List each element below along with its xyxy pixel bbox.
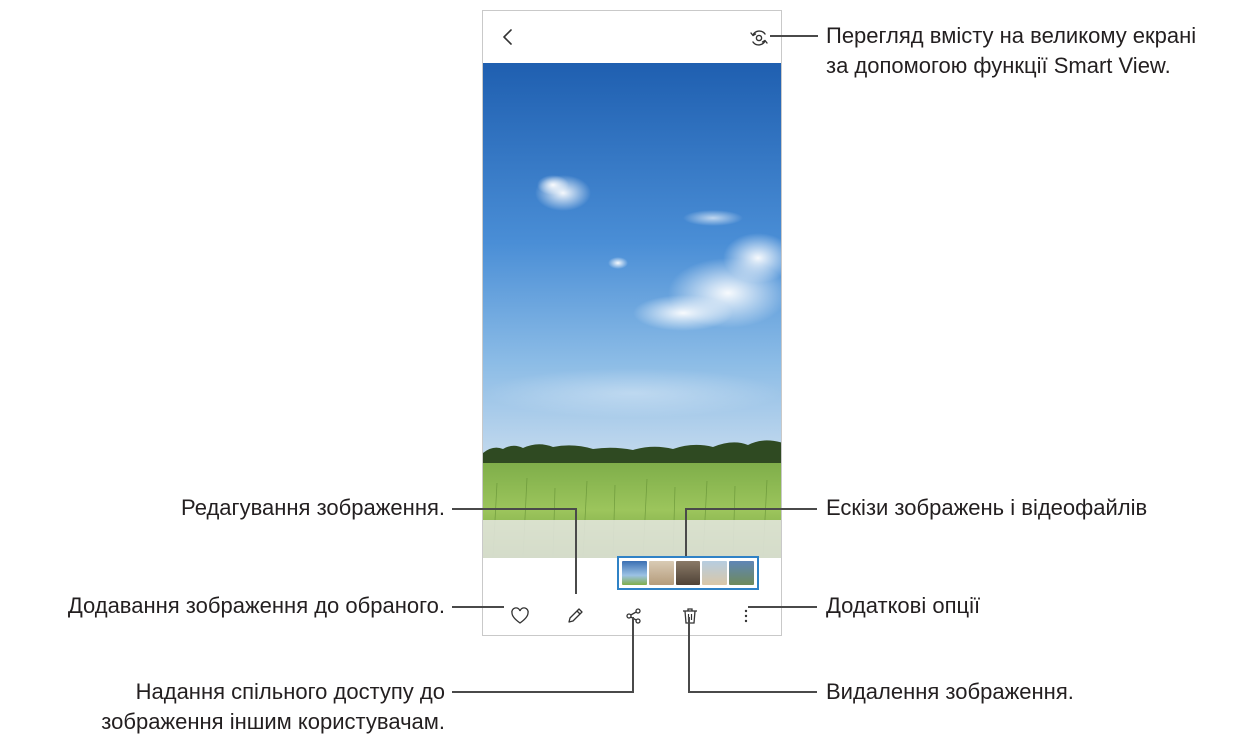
favorite-button[interactable]	[509, 605, 531, 627]
callout-line-share-v	[632, 617, 634, 693]
callout-smart-view-line2: за допомогою функції Smart View.	[826, 53, 1171, 78]
more-options-button[interactable]	[735, 605, 757, 627]
thumbnail[interactable]	[702, 561, 728, 585]
callout-edit: Редагування зображення.	[181, 495, 445, 520]
photo-view[interactable]	[483, 63, 781, 558]
share-button[interactable]	[623, 605, 645, 627]
callout-line-delete-h	[688, 691, 817, 693]
pencil-icon	[568, 608, 583, 623]
more-vert-icon	[744, 609, 748, 623]
smart-view-icon	[750, 30, 768, 46]
heart-icon	[511, 607, 529, 624]
callout-line-more	[748, 606, 817, 608]
thumbnail-strip[interactable]	[617, 556, 759, 590]
smart-view-button[interactable]	[748, 27, 770, 49]
callout-share-line2: зображення іншим користувачам.	[101, 709, 445, 734]
callout-line-thumbnails-v	[685, 508, 687, 556]
callout-smart-view-line1: Перегляд вмісту на великому екрані	[826, 23, 1197, 48]
callout-line-delete-v	[688, 617, 690, 693]
thumbnail[interactable]	[648, 561, 674, 585]
callout-favorite: Додавання зображення до обраного.	[67, 593, 445, 618]
share-icon	[626, 608, 641, 624]
thumbnail[interactable]	[622, 561, 647, 585]
callout-line-edit-v	[575, 508, 577, 594]
phone-screen	[482, 10, 782, 636]
callout-line-share-h	[452, 691, 634, 693]
callout-delete: Видалення зображення.	[826, 679, 1074, 704]
callout-more-options: Додаткові опції	[826, 593, 981, 618]
thumbnail[interactable]	[729, 561, 754, 585]
top-bar	[483, 11, 781, 63]
landscape-photo	[483, 63, 781, 558]
trash-icon	[683, 608, 697, 624]
callout-line-favorite	[452, 606, 504, 608]
callout-share-line1: Надання спільного доступу до	[135, 679, 445, 704]
edit-button[interactable]	[564, 605, 586, 627]
delete-button[interactable]	[679, 605, 701, 627]
back-button[interactable]	[497, 25, 519, 49]
thumbnail[interactable]	[675, 561, 701, 585]
callout-line-smart-view	[770, 35, 818, 37]
callout-line-thumbnails-h	[685, 508, 817, 510]
chevron-left-icon	[503, 29, 512, 45]
callout-thumbnails: Ескізи зображень і відеофайлів	[826, 495, 1148, 520]
callout-line-edit-h	[452, 508, 577, 510]
